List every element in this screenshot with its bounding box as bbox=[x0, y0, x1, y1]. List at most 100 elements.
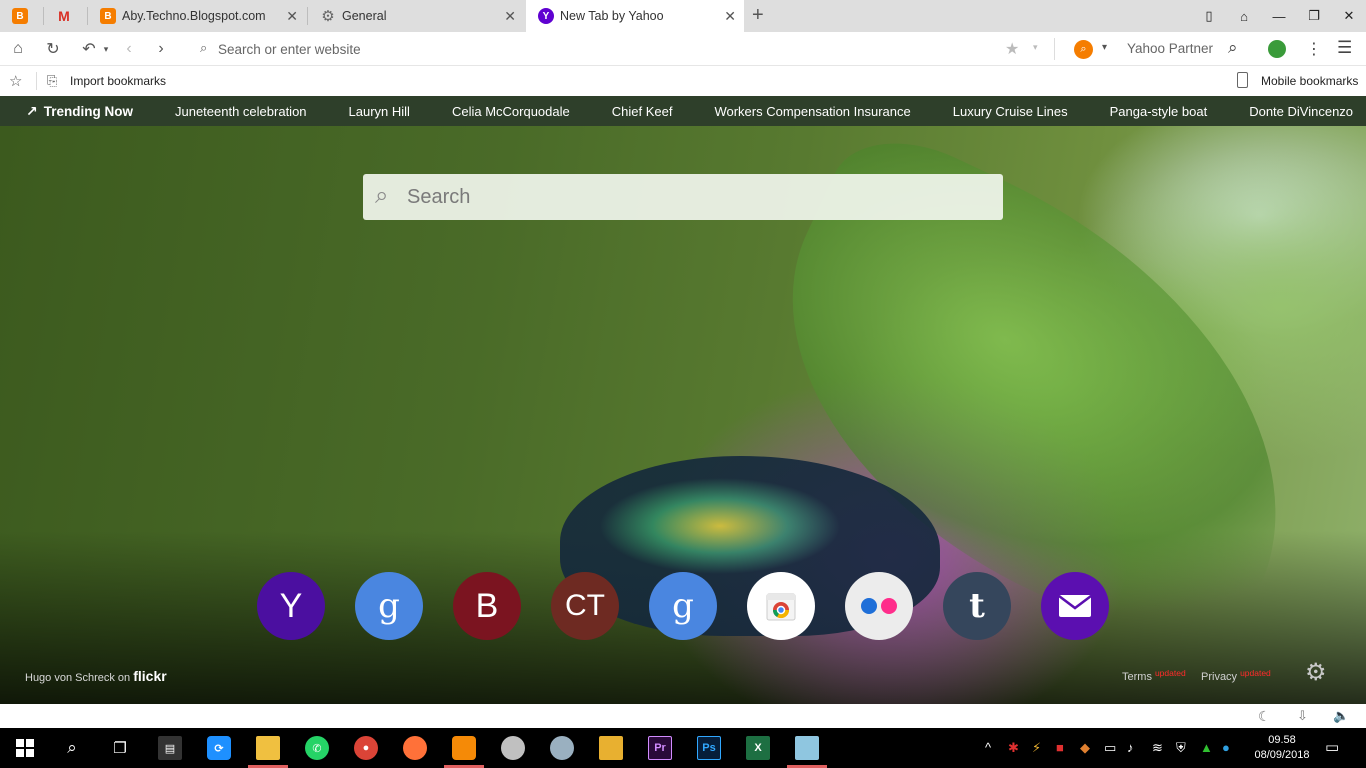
tab-general[interactable]: ⚙ General ✕ bbox=[308, 0, 524, 32]
tray-app-icon[interactable]: ● bbox=[1222, 740, 1230, 755]
photo-credit[interactable]: Hugo von Schreck on flickr bbox=[25, 668, 167, 684]
tray-app-icon[interactable]: ⚡ bbox=[1032, 740, 1041, 756]
chrome-web-store-icon bbox=[766, 593, 796, 621]
trending-item[interactable]: Lauryn Hill bbox=[349, 104, 410, 119]
close-window-button[interactable]: ✕ bbox=[1332, 0, 1366, 32]
blogger-icon: B bbox=[12, 8, 28, 24]
volume-icon[interactable]: ♪ bbox=[1127, 740, 1134, 755]
google-tile[interactable]: g bbox=[355, 572, 423, 640]
updated-badge: updated bbox=[1240, 668, 1271, 678]
url-input[interactable] bbox=[218, 38, 818, 60]
night-mode-icon[interactable]: ☾ bbox=[1258, 708, 1271, 725]
trending-item[interactable]: Panga-style boat bbox=[1110, 104, 1208, 119]
yahoo-tile[interactable]: Y bbox=[257, 572, 325, 640]
ct-tile[interactable]: CT bbox=[551, 572, 619, 640]
flickr-tile[interactable] bbox=[845, 572, 913, 640]
tab-list-icon[interactable]: ▯ bbox=[1192, 0, 1226, 32]
photoshop-icon[interactable]: Ps bbox=[697, 736, 721, 760]
tray-app-icon[interactable]: ◆ bbox=[1080, 740, 1090, 756]
search-icon: ⌕ bbox=[200, 40, 208, 55]
google-tile-2[interactable]: g bbox=[649, 572, 717, 640]
mail-tile[interactable] bbox=[1041, 572, 1109, 640]
more-vert-icon[interactable]: ⋮ bbox=[1306, 39, 1322, 59]
shirt-icon[interactable]: ⌂ bbox=[1227, 0, 1261, 32]
yahoo-icon: Y bbox=[538, 8, 554, 24]
battery-icon[interactable]: ▭ bbox=[1104, 740, 1116, 756]
back-icon[interactable]: ‹ bbox=[118, 38, 140, 60]
forward-icon[interactable]: › bbox=[150, 38, 172, 60]
paint-icon[interactable] bbox=[550, 736, 574, 760]
tab-strip: B M B Aby.Techno.Blogspot.com ✕ ⚙ Genera… bbox=[0, 0, 1366, 32]
app-icon[interactable] bbox=[795, 736, 819, 760]
download-icon[interactable]: ⇩ bbox=[1297, 708, 1308, 724]
app-icon[interactable] bbox=[501, 736, 525, 760]
store-icon[interactable]: ▤ bbox=[158, 736, 182, 760]
import-bookmarks-link[interactable]: Import bookmarks bbox=[70, 74, 166, 88]
chevron-down-icon[interactable]: ▾ bbox=[1102, 42, 1107, 53]
search-icon[interactable]: ⌕ bbox=[1228, 38, 1238, 58]
tab-label: Aby.Techno.Blogspot.com bbox=[122, 9, 266, 23]
chrome-icon[interactable]: ● bbox=[354, 736, 378, 760]
premiere-icon[interactable]: Pr bbox=[648, 736, 672, 760]
chevron-up-icon[interactable]: ^ bbox=[985, 740, 991, 755]
trending-item[interactable]: Workers Compensation Insurance bbox=[714, 104, 910, 119]
privacy-link[interactable]: Privacy updated bbox=[1201, 668, 1271, 683]
chrome-store-tile[interactable] bbox=[747, 572, 815, 640]
extension-icon[interactable] bbox=[1268, 40, 1286, 58]
tray-app-icon[interactable]: ■ bbox=[1056, 740, 1064, 755]
uc-browser-icon[interactable] bbox=[452, 736, 476, 760]
tray-app-icon[interactable]: ✱ bbox=[1008, 740, 1019, 756]
minimize-button[interactable]: — bbox=[1262, 0, 1296, 32]
close-icon[interactable]: ✕ bbox=[286, 8, 298, 25]
time: 09.58 bbox=[1268, 734, 1296, 746]
restore-button[interactable]: ❐ bbox=[1297, 0, 1331, 32]
star-icon[interactable]: ☆ bbox=[9, 72, 22, 90]
close-icon[interactable]: ✕ bbox=[724, 8, 736, 25]
tab-pinned-blogger[interactable]: B bbox=[0, 0, 42, 32]
trending-item[interactable]: Celia McCorquodale bbox=[452, 104, 570, 119]
search-input[interactable] bbox=[407, 174, 987, 220]
search-icon[interactable]: ⌕ bbox=[60, 736, 84, 760]
wifi-icon[interactable]: ≋ bbox=[1152, 740, 1163, 756]
tray-app-icon[interactable]: ▲ bbox=[1200, 740, 1213, 755]
trending-item[interactable]: Donte DiVincenzo bbox=[1249, 104, 1353, 119]
trending-item[interactable]: Luxury Cruise Lines bbox=[953, 104, 1068, 119]
reload-icon[interactable]: ↻ bbox=[42, 38, 64, 60]
flickr-blue-dot-icon bbox=[861, 598, 877, 614]
search-engine-icon[interactable]: ⌕ bbox=[1074, 40, 1093, 59]
windows-start-icon[interactable] bbox=[13, 736, 37, 760]
tab-new-tab-yahoo[interactable]: Y New Tab by Yahoo ✕ bbox=[526, 0, 744, 32]
tool-icon[interactable] bbox=[599, 736, 623, 760]
close-icon[interactable]: ✕ bbox=[504, 8, 516, 25]
chevron-down-icon[interactable]: ▾ bbox=[95, 38, 117, 60]
b-tile[interactable]: B bbox=[453, 572, 521, 640]
trending-item[interactable]: Chief Keef bbox=[612, 104, 673, 119]
mail-icon bbox=[1058, 595, 1092, 617]
tab-label: New Tab by Yahoo bbox=[560, 9, 664, 23]
shield-icon[interactable]: ⛨ bbox=[1176, 740, 1186, 756]
excel-icon[interactable]: X bbox=[746, 736, 770, 760]
settings-gear-icon[interactable]: ⚙ bbox=[1305, 658, 1327, 687]
bookmark-star-icon[interactable]: ★ bbox=[1005, 39, 1019, 59]
whatsapp-icon[interactable]: ✆ bbox=[305, 736, 329, 760]
notification-icon[interactable]: ▭ bbox=[1325, 738, 1339, 756]
new-tab-plus-icon[interactable]: + bbox=[752, 4, 764, 27]
home-icon[interactable]: ⌂ bbox=[7, 38, 29, 60]
firefox-icon[interactable] bbox=[403, 736, 427, 760]
menu-icon[interactable]: ☰ bbox=[1337, 38, 1352, 58]
clock[interactable]: 09.58 08/09/2018 bbox=[1252, 733, 1312, 763]
chevron-down-icon[interactable]: ▾ bbox=[1033, 42, 1038, 53]
file-explorer-icon[interactable] bbox=[256, 736, 280, 760]
search-engine-label[interactable]: Yahoo Partner bbox=[1127, 41, 1213, 56]
tumblr-tile[interactable]: t bbox=[943, 572, 1011, 640]
sync-app-icon[interactable]: ⟳ bbox=[207, 736, 231, 760]
search-box: ⌕ bbox=[363, 174, 1003, 220]
task-view-icon[interactable]: ❐ bbox=[108, 736, 132, 760]
terms-link[interactable]: Terms updated bbox=[1122, 668, 1186, 683]
trending-item[interactable]: Juneteenth celebration bbox=[175, 104, 307, 119]
mobile-bookmarks-link[interactable]: Mobile bookmarks bbox=[1261, 74, 1358, 88]
flickr-brand: flickr bbox=[133, 668, 167, 684]
volume-icon[interactable]: 🔈 bbox=[1333, 708, 1349, 724]
tab-pinned-gmail[interactable]: M bbox=[44, 0, 86, 32]
tab-aby-techno[interactable]: B Aby.Techno.Blogspot.com ✕ bbox=[88, 0, 306, 32]
